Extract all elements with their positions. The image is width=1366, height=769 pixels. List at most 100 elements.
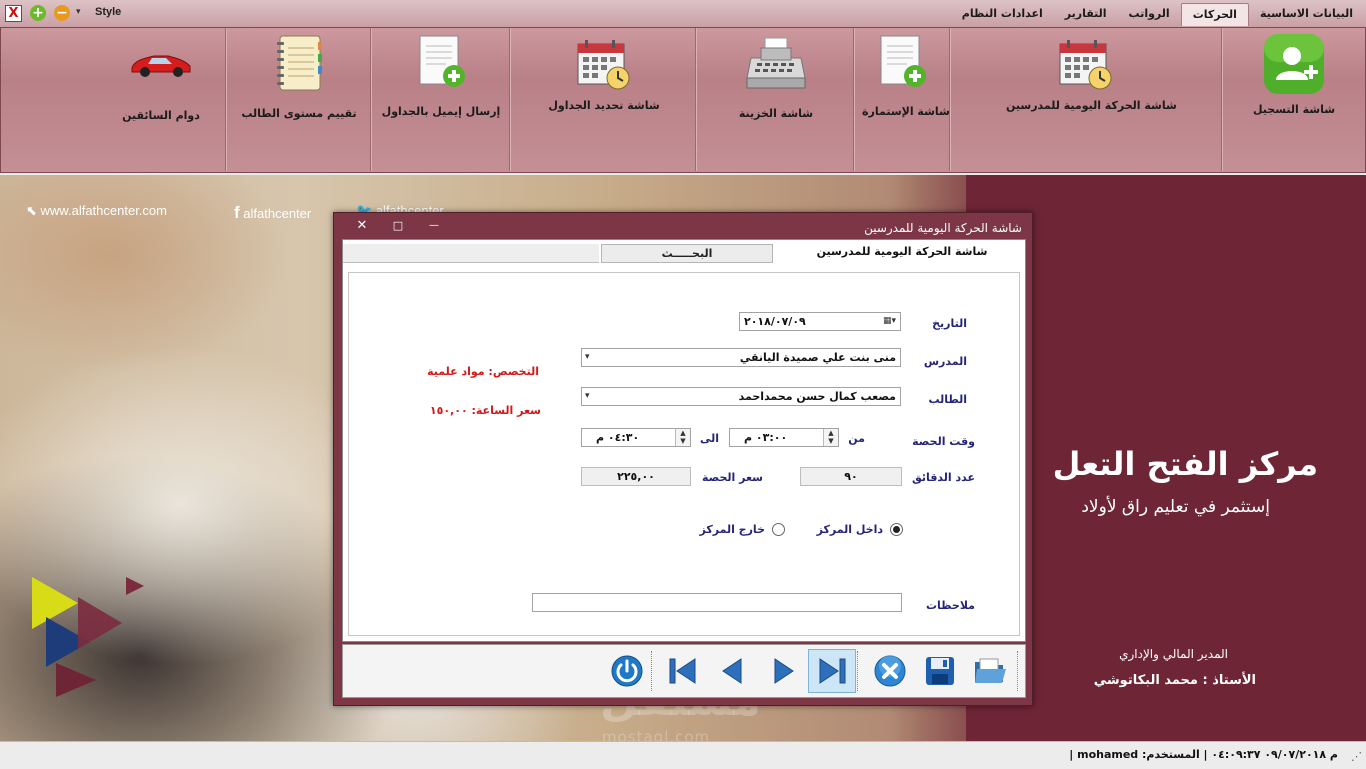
form-add-icon bbox=[419, 35, 465, 87]
ribbon: شاشة التسجيل شاشة الحركة اليومية للمدرسي… bbox=[0, 27, 1366, 173]
schedule-screen-label: شاشة تحديد الجداول bbox=[548, 99, 660, 112]
logo-arrows-icon bbox=[32, 577, 144, 697]
title-bar: X + − ▾ Style البيانات الاساسية الحركات … bbox=[0, 0, 1366, 28]
next-record-button[interactable] bbox=[759, 649, 807, 693]
session-price-label: سعر الحصة bbox=[701, 471, 763, 484]
to-label: الى bbox=[699, 432, 719, 445]
notes-input[interactable] bbox=[532, 593, 902, 612]
teachers-daily-label: شاشة الحركة اليومية للمدرسين bbox=[1006, 99, 1177, 112]
tab-system-settings[interactable]: اعدادات النظام bbox=[951, 3, 1054, 26]
from-time-value: ٠٣:٠٠ bbox=[755, 431, 788, 444]
minutes-field: ٩٠ bbox=[800, 467, 902, 486]
ribbon-group-daily: شاشة الحركة اليومية للمدرسين bbox=[949, 28, 1222, 171]
ribbon-group-cash: شاشة الخزينة bbox=[695, 28, 854, 171]
dialog-maximize-button[interactable]: □ bbox=[388, 218, 408, 234]
outside-center-label[interactable]: خارج المركز bbox=[699, 523, 765, 536]
dialog-close-button[interactable]: ✕ bbox=[352, 218, 372, 234]
status-bar: م ٠٩/٠٧/٢٠١٨ ٠٤:٠٩:٣٧ | المستخدم: mohame… bbox=[0, 741, 1366, 769]
from-ampm: م bbox=[744, 431, 753, 444]
manager-name: الأستاذ : محمد البكاتوشي bbox=[1093, 673, 1256, 688]
session-time-label: وقت الحصة bbox=[912, 435, 975, 448]
close-app-icon[interactable]: X bbox=[5, 5, 22, 22]
dialog-minimize-button[interactable]: — bbox=[424, 218, 444, 234]
calendar-dropdown-icon[interactable]: ▦▾ bbox=[883, 316, 896, 326]
status-text: م ٠٩/٠٧/٢٠١٨ ٠٤:٠٩:٣٧ | المستخدم: mohame… bbox=[1069, 748, 1338, 761]
from-time-spinner[interactable]: ▲ ▼ bbox=[823, 429, 838, 446]
to-time-input[interactable]: ٠٤:٣٠ م ▲ ▼ bbox=[581, 428, 691, 447]
open-folder-button[interactable] bbox=[966, 649, 1014, 693]
remove-icon[interactable]: − bbox=[54, 5, 70, 21]
teachers-daily-button[interactable]: شاشة الحركة اليومية للمدرسين bbox=[1006, 38, 1177, 112]
chevron-down-icon: ▾ bbox=[585, 391, 590, 401]
facebook-link: f alfathcenter bbox=[234, 203, 312, 222]
car-icon bbox=[131, 55, 191, 77]
schedule-screen-button[interactable]: شاشة تحديد الجداول bbox=[526, 38, 682, 112]
dialog-body: شاشة الحركة اليومية للمدرسين البحـــــث … bbox=[342, 239, 1026, 642]
tab-reports[interactable]: التقارير bbox=[1054, 3, 1118, 26]
ribbon-group-drivers: دوام السائقين bbox=[1, 28, 225, 171]
treasury-label: شاشة الخزينة bbox=[738, 107, 814, 120]
tab-daily-movement[interactable]: شاشة الحركة اليومية للمدرسين bbox=[787, 240, 1017, 262]
last-record-button[interactable] bbox=[808, 649, 856, 693]
quick-access-dropdown-icon[interactable]: ▾ bbox=[76, 7, 81, 17]
save-button[interactable] bbox=[916, 649, 964, 693]
specialty-text: التخصص: مواد علمية bbox=[427, 365, 539, 378]
teacher-value: منى بنت علي صميدة اليانقي bbox=[739, 351, 896, 364]
add-user-icon bbox=[1264, 34, 1324, 94]
minutes-label: عدد الدقائق bbox=[912, 471, 975, 484]
center-subtitle: إستثمر في تعليم راق لأولاد bbox=[1081, 497, 1270, 517]
inside-center-radio[interactable] bbox=[890, 523, 903, 536]
ribbon-group-registration: شاشة التسجيل bbox=[1221, 28, 1364, 171]
to-time-spinner[interactable]: ▲ ▼ bbox=[675, 429, 690, 446]
first-record-button[interactable] bbox=[659, 649, 707, 693]
tab-salaries[interactable]: الرواتب bbox=[1118, 3, 1181, 26]
teacher-select[interactable]: منى بنت علي صميدة اليانقي ▾ bbox=[581, 348, 901, 367]
tab-search[interactable]: البحـــــث bbox=[601, 244, 773, 263]
calendar-clock-icon bbox=[577, 40, 630, 90]
notebook-icon bbox=[277, 35, 322, 91]
email-schedules-button[interactable]: إرسال إيميل بالجداول bbox=[377, 34, 505, 118]
inside-center-label[interactable]: داخل المركز bbox=[817, 523, 883, 536]
previous-icon bbox=[722, 658, 742, 684]
from-label: من bbox=[848, 432, 865, 445]
ribbon-group-email: إرسال إيميل بالجداول bbox=[370, 28, 510, 171]
form-screen-button[interactable]: شاشة الإستمارة bbox=[862, 34, 950, 118]
first-record-icon bbox=[669, 658, 696, 684]
hour-rate-text: سعر الساعة: ١٥٠,٠٠ bbox=[429, 404, 541, 417]
email-schedules-label: إرسال إيميل بالجداول bbox=[381, 105, 501, 118]
form-panel: التاريخ ٢٠١٨/٠٧/٠٩ ▦▾ المدرس منى بنت علي… bbox=[348, 272, 1020, 636]
outside-center-radio[interactable] bbox=[772, 523, 785, 536]
date-picker[interactable]: ٢٠١٨/٠٧/٠٩ ▦▾ bbox=[739, 312, 901, 331]
previous-record-button[interactable] bbox=[709, 649, 757, 693]
registration-label: شاشة التسجيل bbox=[1252, 103, 1336, 116]
student-value: مصعب كمال حسن محمداحمد bbox=[738, 390, 896, 403]
date-value: ٢٠١٨/٠٧/٠٩ bbox=[744, 315, 806, 328]
teachers-daily-dialog: ✕ □ — شاشة الحركة اليومية للمدرسين شاشة … bbox=[333, 212, 1033, 706]
add-icon[interactable]: + bbox=[30, 5, 46, 21]
tab-movements[interactable]: الحركات bbox=[1180, 3, 1249, 26]
date-label: التاريخ bbox=[932, 317, 967, 330]
to-ampm: م bbox=[596, 431, 605, 444]
drivers-shift-button[interactable]: دوام السائقين bbox=[111, 48, 211, 122]
ribbon-tabs: البيانات الاساسية الحركات الرواتب التقار… bbox=[951, 3, 1364, 26]
last-record-icon bbox=[819, 658, 846, 684]
exit-button[interactable] bbox=[603, 649, 651, 693]
calendar-clock-icon bbox=[1059, 40, 1112, 90]
registration-button[interactable]: شاشة التسجيل bbox=[1234, 32, 1354, 116]
student-evaluation-button[interactable]: تقييم مستوى الطالب bbox=[236, 34, 362, 120]
cancel-button[interactable] bbox=[866, 649, 914, 693]
dialog-title: شاشة الحركة اليومية للمدرسين bbox=[864, 221, 1022, 235]
center-title: مركز الفتح التعل bbox=[1052, 445, 1318, 483]
manager-title: المدير المالي والإداري bbox=[1119, 647, 1228, 661]
cancel-icon bbox=[874, 655, 906, 687]
watermark-url: mostaql.com bbox=[602, 728, 711, 741]
resize-grip-icon[interactable]: ⋰ bbox=[1351, 750, 1362, 763]
cash-register-icon bbox=[746, 37, 806, 89]
session-price-value: ٢٢٥,٠٠ bbox=[617, 470, 655, 483]
treasury-button[interactable]: شاشة الخزينة bbox=[736, 36, 816, 120]
style-menu[interactable]: Style bbox=[95, 6, 121, 18]
from-time-input[interactable]: ٠٣:٠٠ م ▲ ▼ bbox=[729, 428, 839, 447]
student-select[interactable]: مصعب كمال حسن محمداحمد ▾ bbox=[581, 387, 901, 406]
record-toolbar bbox=[342, 644, 1026, 698]
tab-basic-data[interactable]: البيانات الاساسية bbox=[1249, 3, 1364, 26]
